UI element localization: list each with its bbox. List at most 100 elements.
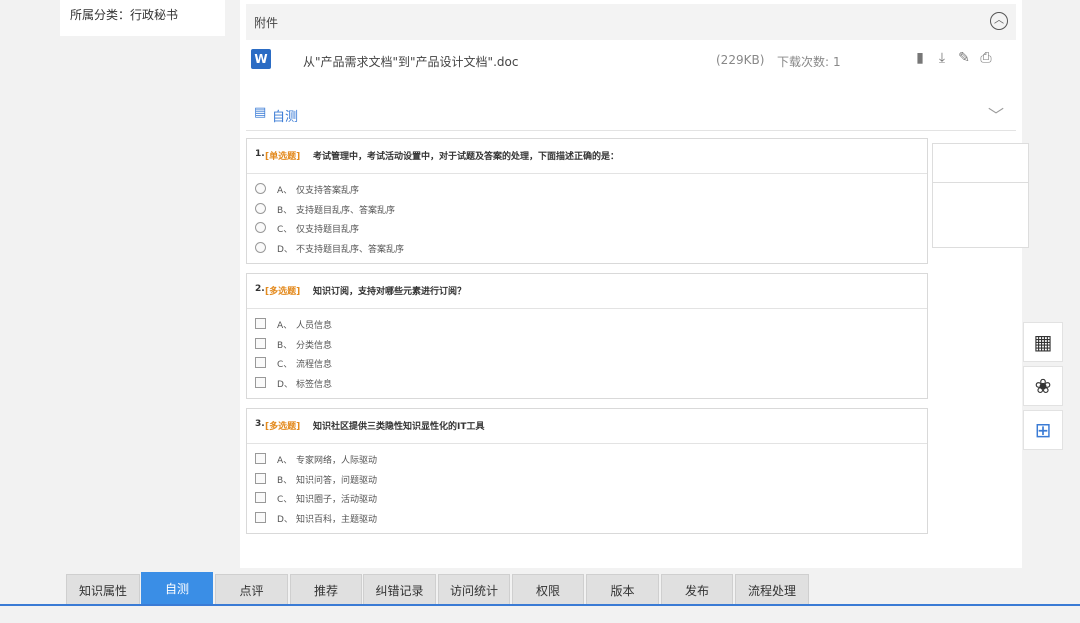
radio-button[interactable] — [255, 241, 266, 253]
checkbox[interactable] — [255, 511, 266, 523]
option-letter: B、 — [277, 475, 293, 486]
radio-button[interactable] — [255, 222, 266, 233]
question-number: 1. — [255, 149, 265, 159]
question-header: 3. [多选题] 知识社区提供三类隐性知识显性化的IT工具 — [247, 409, 927, 444]
option-letter: B、 — [277, 340, 293, 351]
chevron-up-circle-icon[interactable]: ︿ — [990, 12, 1008, 30]
option-a[interactable]: A、 仅支持答案乱序 — [247, 180, 927, 200]
option-text: 知识问答，问题驱动 — [296, 475, 378, 486]
option-text: 仅支持答案乱序 — [296, 186, 360, 196]
file-actions: ▮ ⤓ ✎ ⎙ — [912, 50, 1000, 66]
question-number: 3. — [255, 419, 265, 429]
option-b[interactable]: B、 知识问答，问题驱动 — [247, 470, 927, 490]
question-header: 1. [单选题] 考试管理中，考试活动设置中，对于试题及答案的处理，下面描述正确… — [247, 139, 927, 174]
tab-versions[interactable]: 版本 — [586, 574, 659, 605]
book-icon[interactable]: ▮ — [912, 50, 928, 66]
question-text: 知识社区提供三类隐性知识显性化的IT工具 — [313, 422, 485, 432]
option-a[interactable]: A、 人员信息 — [247, 315, 927, 335]
file-size: (229KB) — [716, 53, 765, 67]
question-2: 2. [多选题] 知识订阅，支持对哪些元素进行订阅？ A、 人员信息 B、 分类信息… — [246, 273, 928, 399]
checkbox[interactable] — [255, 357, 266, 368]
tab-permissions[interactable]: 权限 — [512, 574, 584, 605]
option-text: 知识圈子，活动驱动 — [296, 495, 378, 505]
tulip-icon[interactable]: ❀ — [1023, 366, 1063, 406]
question-text: 考试管理中，考试活动设置中，对于试题及答案的处理，下面描述正确的是： — [313, 152, 620, 162]
option-letter: D、 — [277, 244, 293, 255]
option-a[interactable]: A、 专家网络，人际驱动 — [247, 450, 927, 470]
option-text: 标签信息 — [296, 379, 333, 390]
category-label: 所属分类：行政秘书 — [70, 8, 179, 22]
print-icon[interactable]: ⎙ — [978, 50, 994, 66]
question-number: 2. — [255, 284, 265, 294]
tab-corrections[interactable]: 纠错记录 — [363, 574, 436, 605]
option-text: 仅支持题目乱序 — [296, 225, 360, 235]
left-panel: 所属分类：行政秘书 — [60, 0, 225, 36]
selftest-header[interactable]: ▤ 自测 ﹀ — [246, 96, 1016, 131]
radio-button[interactable] — [255, 183, 266, 194]
question-3: 3. [多选题] 知识社区提供三类隐性知识显性化的IT工具 A、 专家网络，人际驱… — [246, 408, 928, 534]
option-letter: C、 — [277, 495, 293, 505]
option-c[interactable]: C、 仅支持题目乱序 — [247, 219, 927, 239]
tab-selftest[interactable]: 自测 — [141, 572, 213, 605]
option-d[interactable]: D、 标签信息 — [247, 374, 927, 394]
download-count: 下载次数: 1 — [773, 53, 841, 70]
divider — [933, 182, 1028, 183]
option-d[interactable]: D、 知识百科，主题驱动 — [247, 509, 927, 529]
option-letter: C、 — [277, 225, 293, 235]
question-type: [单选题] — [265, 152, 301, 162]
option-text: 人员信息 — [296, 321, 333, 331]
option-letter: A、 — [277, 186, 293, 196]
document-icon: ▤ — [254, 105, 267, 120]
main-content: 附件 ︿ W 从"产品需求文档"到"产品设计文档".doc (229KB) 下载… — [240, 0, 1022, 568]
option-c[interactable]: C、 流程信息 — [247, 354, 927, 374]
option-text: 流程信息 — [296, 360, 333, 370]
option-b[interactable]: B、 支持题目乱序、答案乱序 — [247, 200, 927, 220]
checkbox[interactable] — [255, 337, 266, 349]
tab-recommend[interactable]: 推荐 — [290, 574, 362, 605]
edit-icon[interactable]: ✎ — [956, 50, 972, 66]
option-letter: B、 — [277, 205, 293, 216]
floating-toolbar: ▦ ❀ ⊞ — [1023, 322, 1063, 454]
tab-comments[interactable]: 点评 — [215, 574, 288, 605]
tab-publish[interactable]: 发布 — [661, 574, 733, 605]
checkbox[interactable] — [255, 453, 266, 464]
word-file-icon: W — [251, 49, 271, 69]
question-text: 知识订阅，支持对哪些元素进行订阅？ — [313, 287, 467, 297]
radio-button[interactable] — [255, 202, 266, 214]
option-text: 知识百科，主题驱动 — [296, 514, 378, 525]
chevron-down-icon[interactable]: ﹀ — [988, 102, 1004, 126]
option-text: 专家网络，人际驱动 — [296, 456, 378, 466]
question-header: 2. [多选题] 知识订阅，支持对哪些元素进行订阅？ — [247, 274, 927, 309]
option-letter: A、 — [277, 456, 293, 466]
checkbox[interactable] — [255, 318, 266, 329]
option-letter: D、 — [277, 379, 293, 390]
option-c[interactable]: C、 知识圈子，活动驱动 — [247, 489, 927, 509]
attachment-title: 附件 — [254, 16, 279, 30]
option-b[interactable]: B、 分类信息 — [247, 335, 927, 355]
attachment-header: 附件 ︿ — [246, 4, 1016, 40]
side-panel-placeholder — [932, 143, 1029, 248]
file-name-link[interactable]: 从"产品需求文档"到"产品设计文档".doc — [303, 53, 518, 70]
qr-code-icon[interactable]: ▦ — [1023, 322, 1063, 362]
tab-visit-stats[interactable]: 访问统计 — [438, 574, 510, 605]
option-letter: A、 — [277, 321, 293, 331]
selftest-label: 自测 — [272, 110, 299, 125]
question-type: [多选题] — [265, 287, 301, 297]
checkbox[interactable] — [255, 492, 266, 503]
tab-workflow[interactable]: 流程处理 — [735, 574, 809, 605]
download-count-value: 1 — [833, 55, 841, 69]
option-text: 支持题目乱序、答案乱序 — [296, 205, 396, 216]
question-type: [多选题] — [265, 422, 301, 432]
download-icon[interactable]: ⤓ — [934, 50, 950, 66]
apps-grid-icon[interactable]: ⊞ — [1023, 410, 1063, 450]
checkbox[interactable] — [255, 472, 266, 484]
option-text: 分类信息 — [296, 340, 333, 351]
download-count-label: 下载次数: — [777, 55, 830, 69]
option-letter: C、 — [277, 360, 293, 370]
tab-knowledge-attributes[interactable]: 知识属性 — [66, 574, 140, 605]
checkbox[interactable] — [255, 376, 266, 388]
option-text: 不支持题目乱序、答案乱序 — [296, 244, 405, 255]
question-1: 1. [单选题] 考试管理中，考试活动设置中，对于试题及答案的处理，下面描述正确… — [246, 138, 928, 264]
attachment-file-row[interactable]: W 从"产品需求文档"到"产品设计文档".doc (229KB) 下载次数: 1 … — [246, 46, 1016, 74]
option-d[interactable]: D、 不支持题目乱序、答案乱序 — [247, 239, 927, 259]
